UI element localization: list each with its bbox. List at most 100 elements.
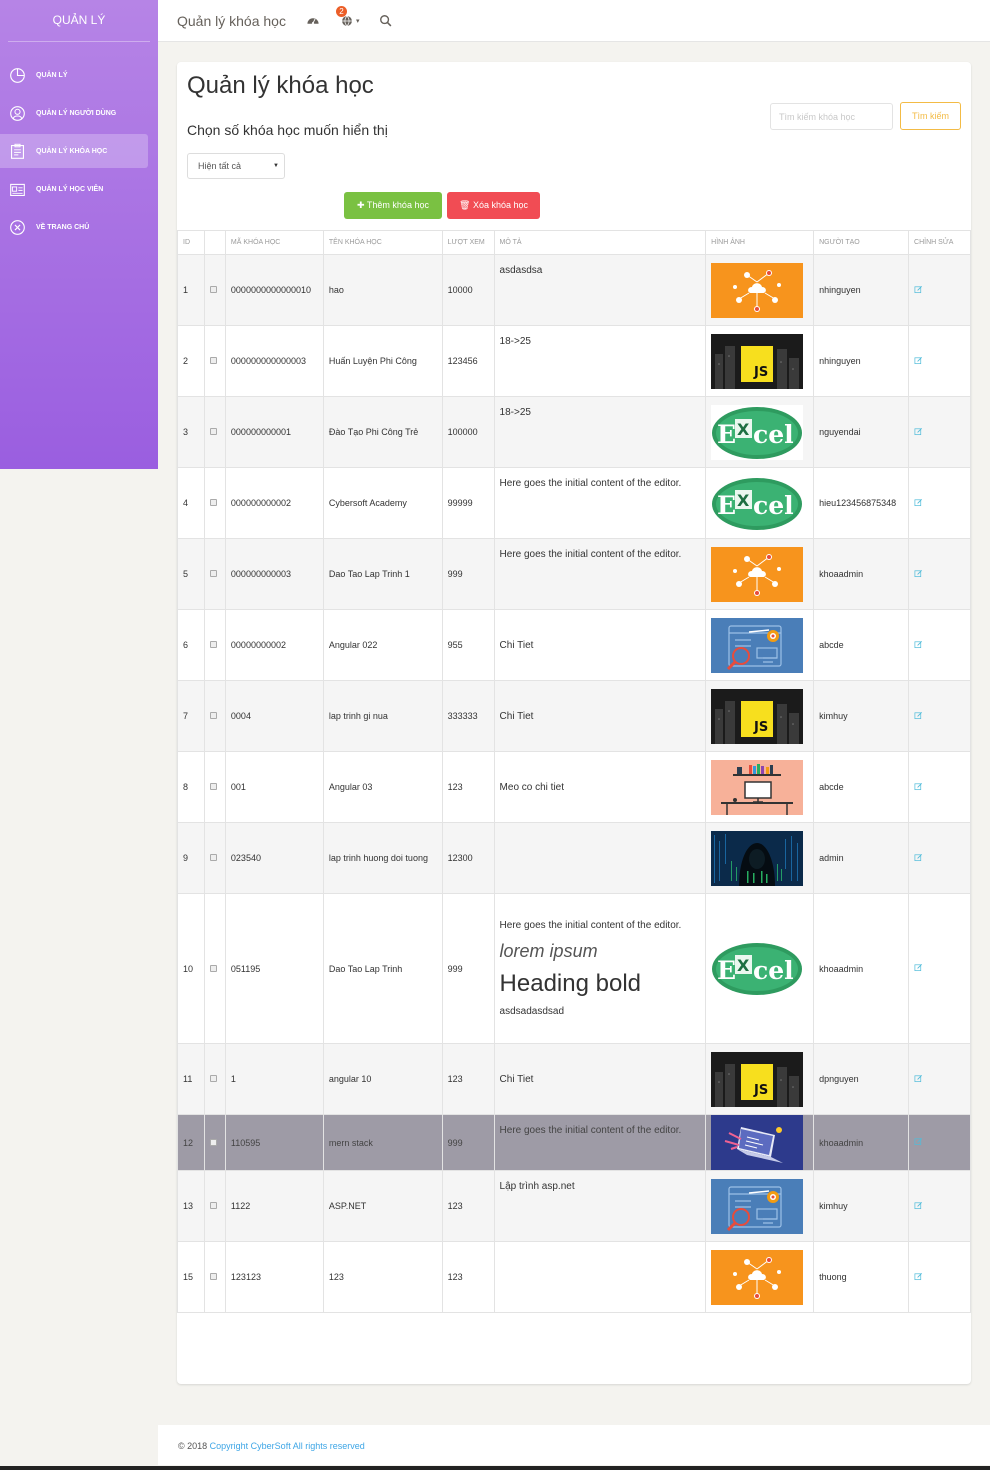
cell-image: JS — [705, 1043, 815, 1115]
row-checkbox[interactable] — [209, 570, 217, 577]
table-row[interactable]: 1 0000000000000010 hao 10000 asdasdsa nhinguy… — [177, 254, 971, 326]
edit-icon[interactable] — [914, 569, 923, 580]
footer-link[interactable]: Copyright CyberSoft All rights reserved — [210, 1441, 365, 1451]
edit-icon[interactable] — [914, 427, 923, 438]
table-row[interactable]: 15 123123 123 123 thuong — [177, 1241, 971, 1313]
edit-icon[interactable] — [914, 356, 923, 367]
cell-description — [493, 1241, 707, 1313]
table-row[interactable]: 3 000000000001 Đào Tạo Phi Công Trẻ 100000 1… — [177, 396, 971, 468]
cell-edit — [908, 325, 971, 397]
svg-text:X: X — [737, 420, 750, 439]
navbar-title[interactable]: Quản lý khóa học — [177, 13, 286, 29]
cell-code: 000000000001 — [224, 396, 324, 468]
svg-text:cel: cel — [753, 491, 794, 520]
row-checkbox[interactable] — [209, 854, 217, 861]
table-header-row: ID MÃ KHÓA HỌC TÊN KHÓA HỌC LƯỢT XEM MÔ … — [177, 230, 971, 255]
course-search-input[interactable]: Tìm kiếm khóa học — [770, 103, 893, 130]
row-checkbox[interactable] — [209, 1273, 217, 1280]
table-row[interactable]: 9 023540 lap trinh huong doi tuong 12300 adm… — [177, 822, 971, 894]
cell-name: Huấn Luyện Phi Công — [322, 325, 443, 397]
display-count-select[interactable]: Hiện tất cả ▼ — [187, 153, 285, 179]
search-icon[interactable] — [379, 14, 393, 28]
course-thumbnail — [711, 1178, 813, 1234]
dashboard-icon[interactable] — [306, 14, 320, 28]
table-row[interactable]: 12 110595 mern stack 999 Here goes the initi… — [177, 1114, 971, 1171]
table-row[interactable]: 5 000000000003 Dao Tao Lap Trinh 1 999 Here … — [177, 538, 971, 610]
delete-course-button[interactable]: 🗑 Xóa khóa học — [447, 192, 540, 219]
edit-icon[interactable] — [914, 640, 923, 651]
table-row[interactable]: 4 000000000002 Cybersoft Academy 99999 Here … — [177, 467, 971, 539]
search-button[interactable]: Tìm kiếm — [900, 102, 961, 130]
edit-icon[interactable] — [914, 1201, 923, 1212]
cell-creator: thuong — [813, 1241, 910, 1313]
table-row[interactable]: 6 00000000002 Angular 022 955 Chi Tiet abcde — [177, 609, 971, 681]
course-thumbnail — [711, 617, 813, 673]
table-row[interactable]: 11 1 angular 10 123 Chi Tiet JS dpnguyen — [177, 1043, 971, 1115]
table-row[interactable]: 8 001 Angular 03 123 Meo co chi tiet abcde — [177, 751, 971, 823]
sidebar-item-dashboard[interactable]: QUẢN LÝ — [0, 58, 148, 92]
edit-icon[interactable] — [914, 1138, 923, 1148]
cell-name: Cybersoft Academy — [322, 467, 443, 539]
row-checkbox[interactable] — [209, 1075, 217, 1082]
edit-icon[interactable] — [914, 711, 923, 722]
sidebar-item-courses[interactable]: QUẢN LÝ KHÓA HỌC — [0, 134, 148, 168]
edit-icon[interactable] — [914, 1074, 923, 1085]
cell-select — [203, 1043, 226, 1115]
cell-id: 15 — [177, 1241, 205, 1313]
cell-image — [705, 254, 815, 326]
table-row[interactable]: 2 000000000000003 Huấn Luyện Phi Công 12345… — [177, 325, 971, 397]
cell-image — [705, 1170, 815, 1242]
table-row[interactable]: 7 0004 lap trinh gi nua 333333 Chi Tiet JS kim… — [177, 680, 971, 752]
svg-text:X: X — [737, 491, 750, 510]
page-title: Quản lý khóa học — [187, 72, 374, 99]
row-checkbox[interactable] — [209, 357, 217, 364]
add-course-button[interactable]: ✚ Thêm khóa học — [344, 192, 442, 219]
cell-code: 00000000002 — [224, 609, 324, 681]
cell-description: Here goes the initial content of the edi… — [493, 893, 707, 1044]
cell-code: 1 — [224, 1043, 324, 1115]
row-checkbox[interactable] — [209, 712, 217, 719]
trash-icon: 🗑 — [459, 200, 471, 210]
row-checkbox[interactable] — [209, 783, 217, 790]
edit-icon[interactable] — [914, 782, 923, 793]
chevron-down-icon: ▾ — [355, 17, 360, 25]
cell-image: E Xcel — [705, 396, 815, 468]
edit-icon[interactable] — [914, 964, 923, 974]
cell-select — [203, 1241, 226, 1313]
row-checkbox[interactable] — [209, 641, 217, 648]
edit-icon[interactable] — [914, 285, 923, 296]
sidebar-item-students[interactable]: QUẢN LÝ HỌC VIÊN — [0, 172, 148, 206]
course-management-card: Quản lý khóa học Chọn số khóa học muốn h… — [177, 62, 971, 1384]
row-checkbox[interactable] — [209, 499, 217, 506]
edit-icon[interactable] — [914, 853, 923, 864]
cell-views: 99999 — [441, 467, 495, 539]
cell-select — [203, 751, 226, 823]
cell-id: 7 — [177, 680, 205, 752]
row-checkbox[interactable] — [209, 286, 217, 293]
row-checkbox[interactable] — [209, 964, 217, 972]
row-checkbox[interactable] — [209, 1202, 217, 1209]
sidebar-item-label: QUẢN LÝ KHÓA HỌC — [36, 147, 108, 155]
table-row[interactable]: 13 1122 ASP.NET 123 Lập trình asp.net kimhuy — [177, 1170, 971, 1242]
course-thumbnail: JS — [711, 688, 813, 744]
sidebar-item-home[interactable]: VỀ TRANG CHỦ — [0, 210, 148, 244]
row-checkbox[interactable] — [209, 428, 217, 435]
row-checkbox[interactable] — [209, 1138, 217, 1146]
cell-edit — [908, 467, 971, 539]
cell-edit — [908, 538, 971, 610]
column-header-code: MÃ KHÓA HỌC — [224, 230, 324, 255]
cell-code: 0004 — [224, 680, 324, 752]
cell-code: 123123 — [224, 1241, 324, 1313]
notifications-dropdown[interactable]: 2 ▾ — [335, 5, 360, 28]
select-value: Hiện tất cả — [198, 161, 242, 171]
cell-image: E Xcel — [705, 893, 815, 1044]
cell-creator: dpnguyen — [813, 1043, 910, 1115]
cell-description — [493, 822, 707, 894]
close-circle-icon — [9, 219, 26, 236]
sidebar-item-users[interactable]: QUẢN LÝ NGƯỜI DÙNG — [0, 96, 148, 130]
edit-icon[interactable] — [914, 498, 923, 509]
course-thumbnail — [711, 1249, 813, 1305]
edit-icon[interactable] — [914, 1272, 923, 1283]
cell-views: 123 — [441, 1170, 495, 1242]
table-row[interactable]: 10 051195 Dao Tao Lap Trinh 999 Here goes th… — [177, 893, 971, 1044]
